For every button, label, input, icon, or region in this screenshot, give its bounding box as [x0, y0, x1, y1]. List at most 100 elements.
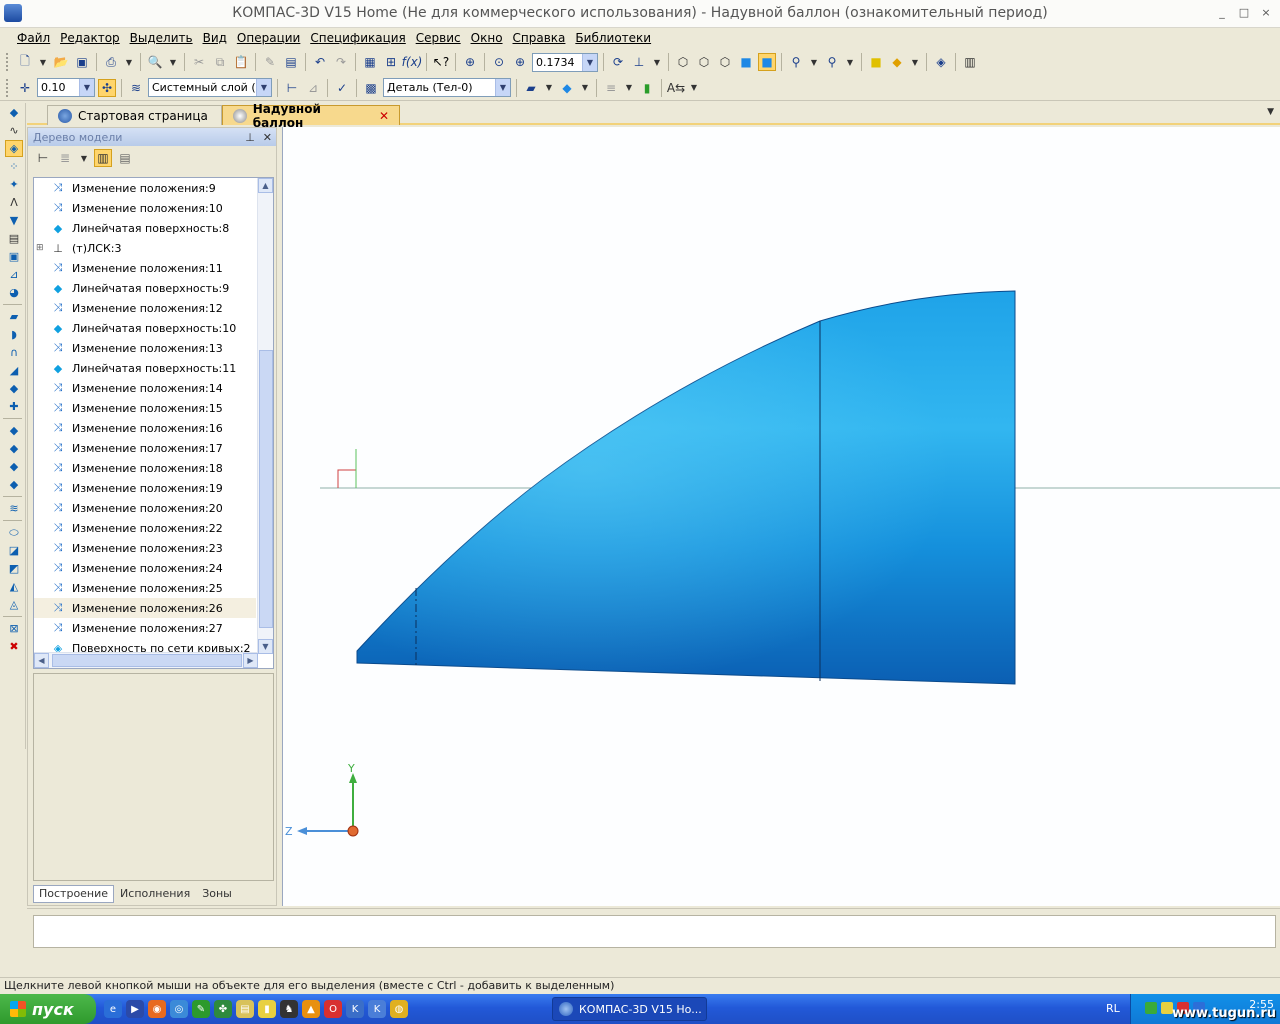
- tree-item[interactable]: ⊞ ⊥ (т)ЛСК:3: [34, 238, 256, 258]
- patch-surface-icon[interactable]: ◆: [5, 380, 23, 397]
- cursor-step-icon[interactable]: ✛: [16, 79, 34, 97]
- menu-specification[interactable]: Спецификация: [305, 31, 410, 45]
- tab-zones[interactable]: Зоны: [196, 885, 238, 903]
- import-surface-icon[interactable]: ✚: [5, 398, 23, 415]
- edit-part-icon[interactable]: ◆: [5, 104, 23, 121]
- variables-icon[interactable]: ⊞: [382, 53, 400, 71]
- delete-surface-icon[interactable]: ✖: [5, 638, 23, 655]
- chess-icon[interactable]: ♞: [280, 1000, 298, 1018]
- tree-item[interactable]: ⤨ Изменение положения:14: [34, 378, 256, 398]
- trim-surface-icon[interactable]: ◩: [5, 560, 23, 577]
- tree-item[interactable]: ⤨ Изменение положения:12: [34, 298, 256, 318]
- linear-surface-icon[interactable]: ⬭: [5, 524, 23, 541]
- kompas-quick-icon[interactable]: K: [346, 1000, 364, 1018]
- new-document-icon[interactable]: 🗋: [16, 53, 34, 71]
- tree-item[interactable]: ⤨ Изменение положения:10: [34, 198, 256, 218]
- scroll-up-icon[interactable]: ▲: [258, 178, 273, 193]
- shading-icon[interactable]: ▰: [522, 79, 540, 97]
- sticky-note-icon[interactable]: ▮: [258, 1000, 276, 1018]
- surfaces-icon[interactable]: ◈: [5, 140, 23, 157]
- wireframe-icon[interactable]: ⬡: [674, 53, 692, 71]
- tree-item[interactable]: ⤨ Изменение положения:16: [34, 418, 256, 438]
- hidden-lines-icon[interactable]: ⬡: [695, 53, 713, 71]
- specification-icon[interactable]: ▤: [5, 230, 23, 247]
- tree-vertical-scrollbar[interactable]: ▲ ▼: [257, 178, 273, 654]
- tree-item[interactable]: ⤨ Изменение положения:9: [34, 178, 256, 198]
- media-player-icon[interactable]: ▶: [126, 1000, 144, 1018]
- orientation-cs-icon[interactable]: ⊿: [304, 79, 322, 97]
- chevron-down-icon[interactable]: ▼: [495, 79, 510, 96]
- auxiliary-geometry-icon[interactable]: ✦: [5, 176, 23, 193]
- tree-item[interactable]: ⤨ Изменение положения:22: [34, 518, 256, 538]
- arrays-icon[interactable]: ⁘: [5, 158, 23, 175]
- layer-select[interactable]: Системный слой (0) ▼: [148, 78, 272, 97]
- chevron-down-icon[interactable]: ▼: [909, 53, 921, 71]
- tree-item[interactable]: ◆ Линейчатая поверхность:8: [34, 218, 256, 238]
- menu-select[interactable]: Выделить: [125, 31, 198, 45]
- tab-start-page[interactable]: Стартовая страница: [47, 105, 222, 125]
- sheet-metal-icon[interactable]: ◕: [5, 284, 23, 301]
- scroll-right-icon[interactable]: ▶: [243, 653, 258, 668]
- tree-item[interactable]: ◆ Линейчатая поверхность:11: [34, 358, 256, 378]
- halftone-edges-icon[interactable]: ■: [758, 53, 776, 71]
- scroll-down-icon[interactable]: ▼: [258, 639, 273, 654]
- tab-inflatable-balloon[interactable]: Надувной баллон ✕: [222, 102, 400, 130]
- halftone-icon[interactable]: ■: [737, 53, 755, 71]
- open-folder-icon[interactable]: 📂: [52, 53, 70, 71]
- dimensions-icon[interactable]: A⇆: [667, 79, 685, 97]
- diagnostics-icon[interactable]: ▼: [5, 212, 23, 229]
- spatial-curves-icon[interactable]: ∿: [5, 122, 23, 139]
- sweep-surface-icon[interactable]: ∩: [5, 344, 23, 361]
- filter-objects-icon[interactable]: ⚲: [823, 53, 841, 71]
- menu-service[interactable]: Сервис: [411, 31, 466, 45]
- scroll-left-icon[interactable]: ◀: [34, 653, 49, 668]
- model-viewport[interactable]: Y Z: [282, 127, 1280, 906]
- chevron-down-icon[interactable]: ▼: [579, 79, 591, 97]
- scroll-thumb[interactable]: [259, 350, 273, 628]
- chevron-down-icon[interactable]: ▼: [256, 79, 271, 96]
- fill-icon[interactable]: ▮: [638, 79, 656, 97]
- loft-surface-icon[interactable]: ◢: [5, 362, 23, 379]
- insert-part-icon[interactable]: ◆: [888, 53, 906, 71]
- library-icon[interactable]: ◈: [932, 53, 950, 71]
- chevron-down-icon[interactable]: ▼: [623, 79, 635, 97]
- start-button[interactable]: пуск: [0, 994, 96, 1024]
- redo-icon[interactable]: ↷: [332, 53, 350, 71]
- chevron-down-icon[interactable]: ▼: [651, 53, 663, 71]
- ruled-surface-tool-icon[interactable]: ◆: [5, 422, 23, 439]
- menu-window[interactable]: Окно: [466, 31, 508, 45]
- orientation-icon[interactable]: ⊥: [630, 53, 648, 71]
- tree-item[interactable]: ⤨ Изменение положения:15: [34, 398, 256, 418]
- chevron-down-icon[interactable]: ▼: [844, 53, 856, 71]
- help-pointer-icon[interactable]: ↖?: [432, 53, 450, 71]
- layers-icon[interactable]: ≋: [127, 79, 145, 97]
- offset-surface-icon[interactable]: ≋: [5, 500, 23, 517]
- vlc-icon[interactable]: ▲: [302, 1000, 320, 1018]
- save-icon[interactable]: ▣: [73, 53, 91, 71]
- tree-structure-icon[interactable]: ≣: [56, 149, 74, 167]
- tree-item[interactable]: ⤨ Изменение положения:20: [34, 498, 256, 518]
- network-surface-tool-icon[interactable]: ◆: [5, 440, 23, 457]
- chevron-down-icon[interactable]: ▼: [688, 79, 700, 97]
- extend-surface-icon[interactable]: ◪: [5, 542, 23, 559]
- measure-icon[interactable]: ▥: [961, 53, 979, 71]
- chevron-down-icon[interactable]: ▼: [1267, 107, 1274, 117]
- undo-icon[interactable]: ↶: [311, 53, 329, 71]
- menu-operations[interactable]: Операции: [232, 31, 305, 45]
- tree-item[interactable]: ⤨ Изменение положения:11: [34, 258, 256, 278]
- puzzle-icon[interactable]: ✤: [214, 1000, 232, 1018]
- reports-icon[interactable]: ▣: [5, 248, 23, 265]
- zoom-scale-select[interactable]: 0.1734 ▼: [532, 52, 598, 72]
- toolbar-grip[interactable]: [6, 53, 10, 71]
- zoom-all-icon[interactable]: ⊙: [490, 53, 508, 71]
- notepad-icon[interactable]: ▤: [236, 1000, 254, 1018]
- preview-icon[interactable]: 🔍: [146, 53, 164, 71]
- color-icon[interactable]: ◆: [558, 79, 576, 97]
- extrude-surface-icon[interactable]: ▰: [5, 308, 23, 325]
- revolve-surface-icon[interactable]: ◗: [5, 326, 23, 343]
- tree-item[interactable]: ⤨ Изменение положения:18: [34, 458, 256, 478]
- tab-variants[interactable]: Исполнения: [114, 885, 196, 903]
- spline-surface-icon[interactable]: ◆: [5, 476, 23, 493]
- menu-libraries[interactable]: Библиотеки: [570, 31, 656, 45]
- pin-icon[interactable]: ⊥: [245, 131, 255, 144]
